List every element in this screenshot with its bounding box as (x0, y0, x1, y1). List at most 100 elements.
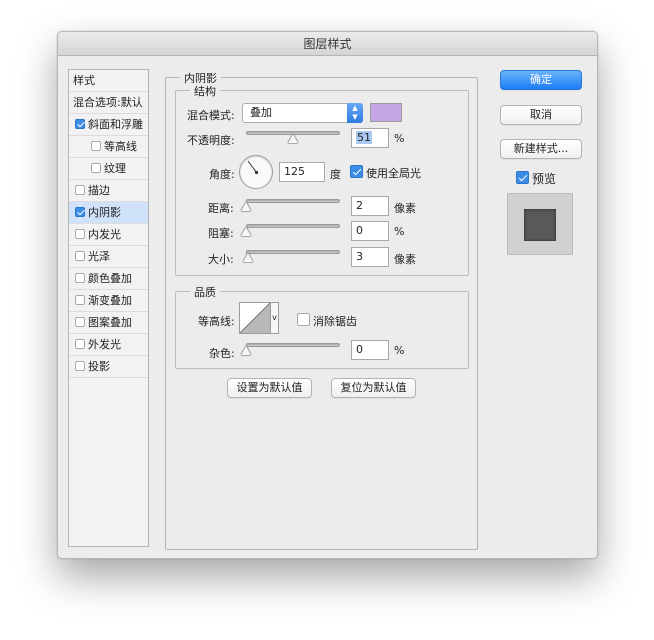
structure-title: 结构 (190, 83, 220, 99)
sidebar-item-stroke[interactable]: 描边 (69, 180, 148, 202)
pattern-overlay-checkbox[interactable] (75, 317, 85, 327)
inner-shadow-checkbox[interactable] (75, 207, 85, 217)
noise-slider-thumb[interactable] (241, 346, 251, 355)
sidebar-item-bevel-emboss[interactable]: 斜面和浮雕 (69, 114, 148, 136)
styles-header[interactable]: 样式 (69, 70, 148, 92)
size-field[interactable]: 3 (351, 247, 389, 267)
gradient-overlay-checkbox[interactable] (75, 295, 85, 305)
contour-checkbox[interactable] (91, 141, 101, 151)
distance-field[interactable]: 2 (351, 196, 389, 216)
bevel-emboss-checkbox[interactable] (75, 119, 85, 129)
sidebar-item-label: 描边 (88, 184, 110, 197)
angle-dial-hand (247, 160, 259, 175)
sidebar-item-label: 颜色叠加 (88, 272, 132, 285)
sidebar-item-label: 外发光 (88, 338, 121, 351)
styles-list: 样式 混合选项:默认 斜面和浮雕 等高线 纹理 描边 内阴影 内发光 光泽 颜色… (68, 69, 149, 547)
sidebar-item-label: 斜面和浮雕 (88, 118, 143, 131)
global-light-label: 使用全局光 (366, 167, 421, 180)
antialias-checkbox[interactable] (297, 313, 310, 326)
chevron-down-icon: v (272, 313, 277, 322)
stroke-checkbox[interactable] (75, 185, 85, 195)
distance-slider[interactable] (246, 199, 340, 203)
preview-toggle[interactable]: 预览 (516, 170, 556, 187)
satin-checkbox[interactable] (75, 251, 85, 261)
cancel-button[interactable]: 取消 (500, 105, 582, 125)
noise-value: 0 (356, 343, 363, 356)
blend-options-item[interactable]: 混合选项:默认 (69, 92, 148, 114)
sidebar-item-label: 内发光 (88, 228, 121, 241)
angle-field[interactable]: 125 (279, 162, 325, 182)
blend-mode-select[interactable]: 叠加 ▲ ▼ (242, 103, 363, 123)
angle-value: 125 (284, 165, 305, 178)
opacity-unit: % (394, 132, 405, 145)
shadow-color-swatch[interactable] (370, 103, 402, 122)
preview-checkbox[interactable] (516, 171, 529, 184)
sidebar-item-inner-shadow[interactable]: 内阴影 (69, 202, 148, 224)
choke-field[interactable]: 0 (351, 221, 389, 241)
choke-label: 阻塞: (208, 227, 234, 240)
sidebar-item-inner-glow[interactable]: 内发光 (69, 224, 148, 246)
sidebar-item-pattern-overlay[interactable]: 图案叠加 (69, 312, 148, 334)
sidebar-item-label: 纹理 (104, 162, 126, 175)
styles-header-label: 样式 (73, 74, 95, 87)
opacity-label: 不透明度: (187, 134, 235, 147)
antialias-toggle[interactable]: 消除锯齿 (297, 313, 357, 329)
inner-glow-checkbox[interactable] (75, 229, 85, 239)
contour-dropdown-arrow[interactable]: v (271, 302, 279, 334)
sidebar-item-label: 光泽 (88, 250, 110, 263)
sidebar-item-label: 内阴影 (88, 206, 121, 219)
blend-options-label: 混合选项:默认 (73, 96, 143, 109)
noise-label: 杂色: (209, 347, 235, 360)
dialog-title: 图层样式 (58, 32, 597, 56)
antialias-label: 消除锯齿 (313, 315, 357, 328)
opacity-slider-thumb[interactable] (288, 134, 298, 143)
noise-field[interactable]: 0 (351, 340, 389, 360)
choke-slider[interactable] (246, 224, 340, 228)
sidebar-item-outer-glow[interactable]: 外发光 (69, 334, 148, 356)
preview-square (524, 209, 556, 241)
global-light-checkbox[interactable] (350, 165, 363, 178)
choke-slider-thumb[interactable] (241, 227, 251, 236)
size-slider[interactable] (246, 250, 340, 254)
size-slider-thumb[interactable] (243, 253, 253, 262)
sidebar-item-color-overlay[interactable]: 颜色叠加 (69, 268, 148, 290)
size-unit: 像素 (394, 253, 416, 266)
noise-slider[interactable] (246, 343, 340, 347)
sidebar-item-satin[interactable]: 光泽 (69, 246, 148, 268)
angle-unit: 度 (330, 168, 341, 181)
contour-picker[interactable] (239, 302, 271, 334)
distance-value: 2 (356, 199, 363, 212)
preview-label: 预览 (532, 172, 557, 186)
sidebar-item-label: 渐变叠加 (88, 294, 132, 307)
ok-button[interactable]: 确定 (500, 70, 582, 90)
angle-dial[interactable] (239, 155, 273, 189)
distance-unit: 像素 (394, 202, 416, 215)
distance-slider-thumb[interactable] (241, 202, 251, 211)
sidebar-item-contour[interactable]: 等高线 (69, 136, 148, 158)
contour-label: 等高线: (198, 315, 235, 328)
blend-mode-value: 叠加 (250, 106, 272, 119)
layer-style-dialog: 图层样式 样式 混合选项:默认 斜面和浮雕 等高线 纹理 描边 内阴影 内发光 … (57, 31, 598, 559)
new-style-button[interactable]: 新建样式... (500, 139, 582, 159)
make-default-button[interactable]: 设置为默认值 (227, 378, 312, 398)
blend-mode-label: 混合模式: (187, 109, 235, 122)
drop-shadow-checkbox[interactable] (75, 361, 85, 371)
choke-value: 0 (356, 224, 363, 237)
opacity-value: 51 (356, 131, 372, 144)
contour-preview-icon (239, 302, 271, 334)
opacity-field[interactable]: 51 (351, 128, 389, 148)
choke-unit: % (394, 225, 405, 238)
texture-checkbox[interactable] (91, 163, 101, 173)
reset-default-button[interactable]: 复位为默认值 (331, 378, 416, 398)
style-preview (507, 193, 573, 255)
sidebar-item-label: 等高线 (104, 140, 137, 153)
sidebar-item-drop-shadow[interactable]: 投影 (69, 356, 148, 378)
sidebar-item-gradient-overlay[interactable]: 渐变叠加 (69, 290, 148, 312)
sidebar-item-texture[interactable]: 纹理 (69, 158, 148, 180)
size-label: 大小: (208, 253, 234, 266)
global-light-toggle[interactable]: 使用全局光 (350, 165, 421, 181)
outer-glow-checkbox[interactable] (75, 339, 85, 349)
noise-unit: % (394, 344, 405, 357)
angle-label: 角度: (209, 168, 235, 181)
color-overlay-checkbox[interactable] (75, 273, 85, 283)
